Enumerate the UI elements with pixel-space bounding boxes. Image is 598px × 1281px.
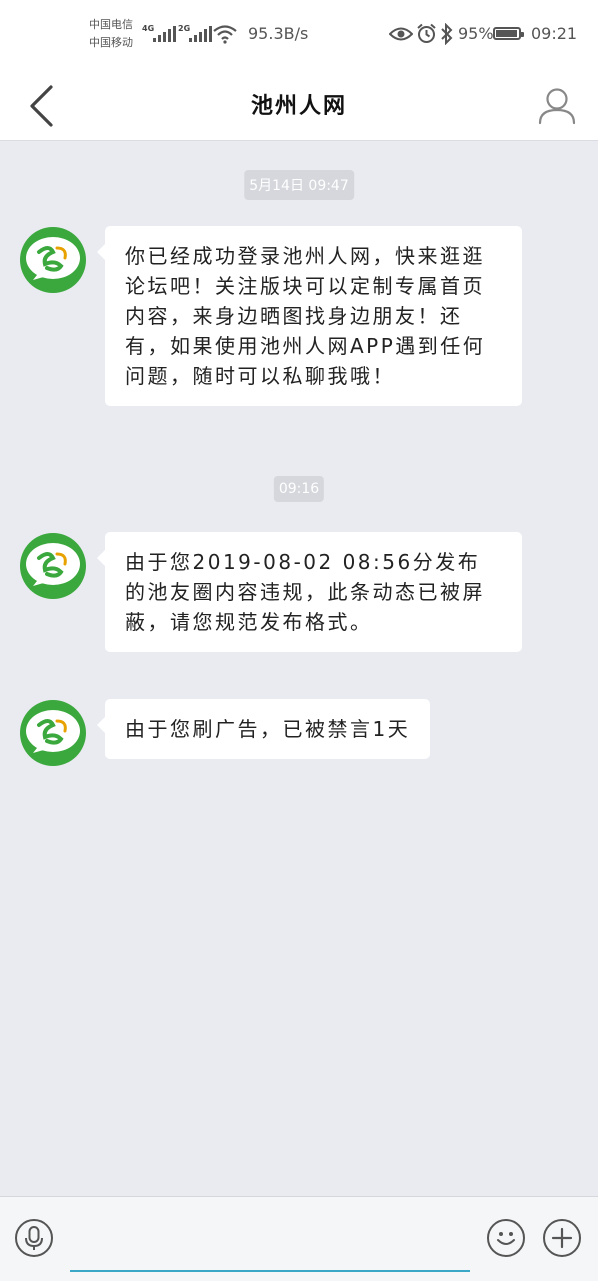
app-logo-icon bbox=[20, 533, 86, 599]
page-title: 池州人网 bbox=[250, 94, 347, 119]
battery-percent: 95% bbox=[458, 24, 494, 43]
battery-icon bbox=[493, 27, 524, 40]
message-bubble[interactable]: 你已经成功登录池州人网，快来逛逛论坛吧！关注版块可以定制专属首页内容，来身边晒图… bbox=[97, 226, 522, 406]
bluetooth-icon bbox=[441, 23, 453, 45]
microphone-icon bbox=[25, 1226, 43, 1250]
alarm-icon bbox=[417, 23, 436, 43]
user-icon bbox=[538, 88, 576, 125]
message-text: 你已经成功登录池州人网，快来逛逛论坛吧！关注版块可以定制专属首页内容，来身边晒图… bbox=[125, 244, 486, 388]
message-bubble[interactable]: 由于您2019-08-02 08:56分发布的池友圈内容违规，此条动态已被屏蔽，… bbox=[97, 532, 522, 652]
smiley-icon bbox=[497, 1232, 515, 1245]
status-time: 09:21 bbox=[531, 24, 578, 43]
signal-2-icon bbox=[189, 26, 212, 42]
voice-button[interactable] bbox=[15, 1219, 53, 1257]
wifi-icon bbox=[213, 25, 237, 44]
more-button[interactable] bbox=[543, 1219, 581, 1257]
app-logo-icon bbox=[20, 700, 86, 766]
avatar[interactable] bbox=[19, 532, 87, 600]
message-text: 由于您2019-08-02 08:56分发布的池友圈内容违规，此条动态已被屏蔽，… bbox=[125, 550, 485, 634]
message-timestamp: 09:16 bbox=[273, 476, 325, 502]
profile-button[interactable] bbox=[534, 78, 580, 132]
eye-icon bbox=[389, 27, 413, 41]
network-speed: 95.3B/s bbox=[248, 24, 309, 43]
status-bar: 中国电信 中国移动 4G 2G 95.3B/s 95% 09:21 bbox=[0, 0, 598, 70]
app-logo-icon bbox=[20, 227, 86, 293]
emoji-button[interactable] bbox=[487, 1219, 525, 1257]
battery-level bbox=[496, 30, 517, 37]
message-timestamp: 5月14日 09:47 bbox=[244, 170, 354, 200]
message-input[interactable] bbox=[70, 1226, 470, 1272]
signal-1-icon bbox=[153, 26, 176, 42]
carrier-1: 中国电信 bbox=[89, 18, 133, 31]
plus-icon bbox=[551, 1227, 573, 1249]
message-bubble[interactable]: 由于您刷广告，已被禁言1天 bbox=[96, 699, 431, 759]
carrier-2: 中国移动 bbox=[89, 36, 133, 49]
avatar[interactable] bbox=[19, 699, 87, 767]
carrier-names: 中国电信 中国移动 bbox=[89, 16, 133, 52]
header-bar: 池州人网 bbox=[0, 70, 598, 141]
avatar[interactable] bbox=[19, 226, 87, 294]
message-text: 由于您刷广告，已被禁言1天 bbox=[125, 717, 411, 741]
